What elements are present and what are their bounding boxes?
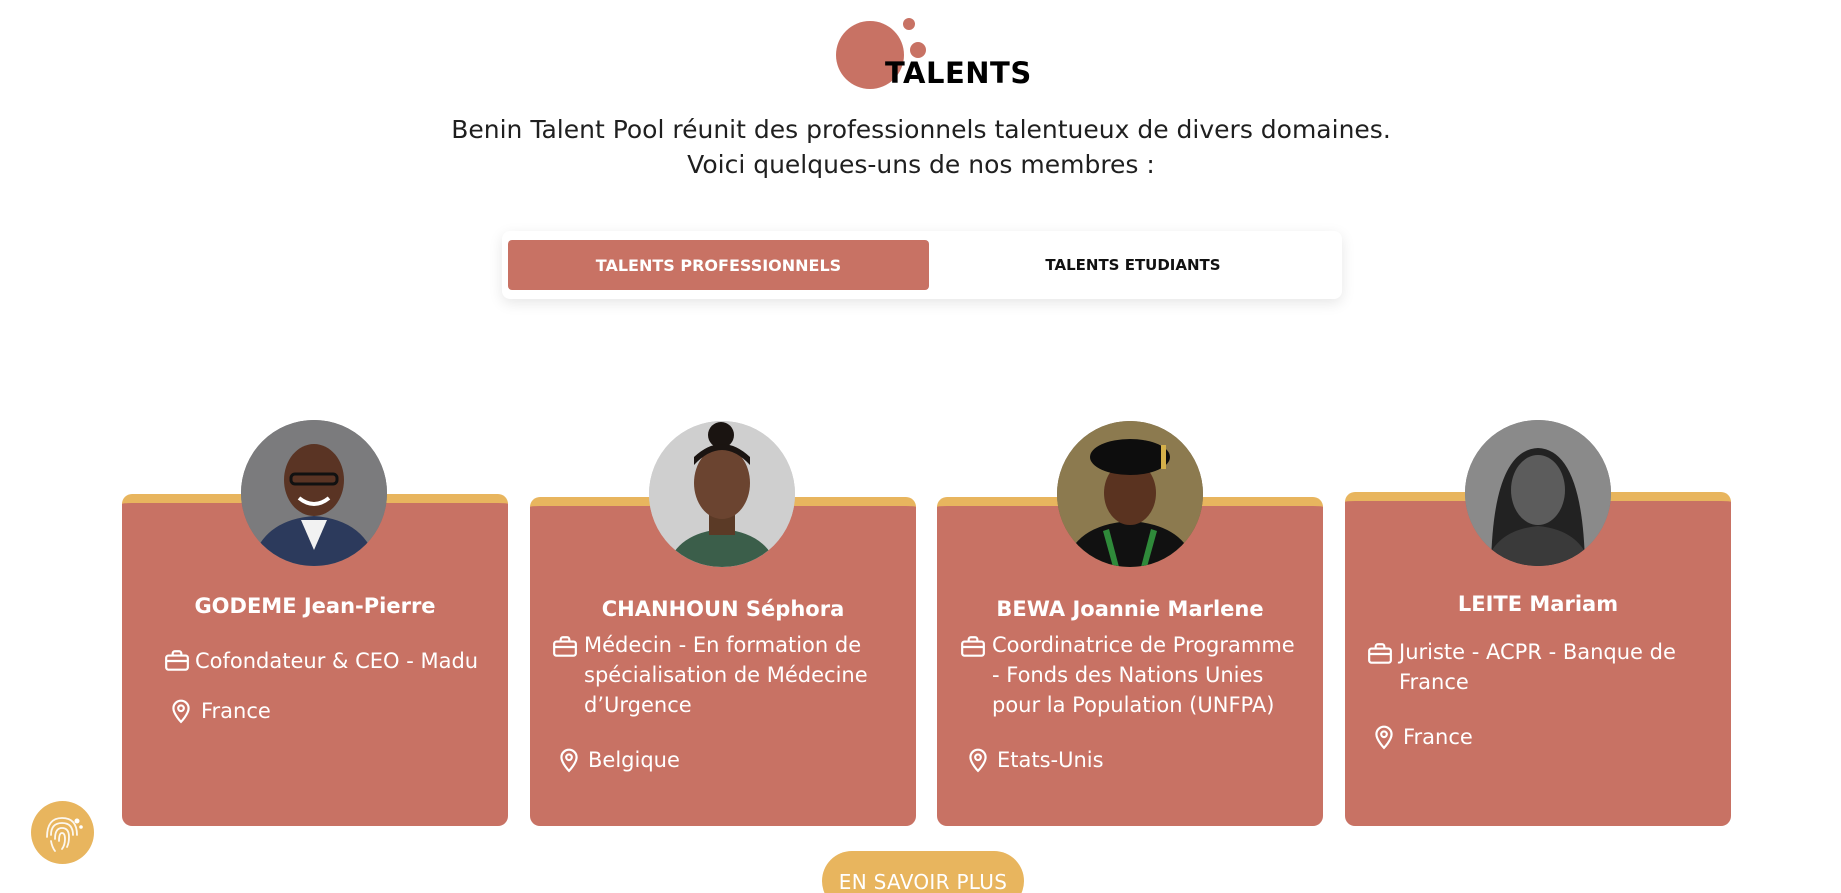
person-portrait [1465, 420, 1611, 566]
talent-role: Médecin - En formation de spécialisation… [584, 633, 868, 717]
briefcase-icon [165, 650, 189, 671]
talent-location: Belgique [588, 748, 680, 772]
talent-avatar [241, 420, 387, 566]
talent-avatar [1057, 421, 1203, 567]
talents-page: TALENTS Benin Talent Pool réunit des pro… [0, 0, 1841, 893]
person-portrait [649, 421, 795, 567]
talent-avatar [649, 421, 795, 567]
talent-role: Coordinatrice de Programme - Fonds des N… [992, 633, 1295, 717]
person-portrait [1057, 421, 1203, 567]
briefcase-icon [1368, 643, 1392, 664]
section-heading: TALENTS [836, 18, 1036, 94]
person-portrait [241, 420, 387, 566]
talent-name: BEWA Joannie Marlene [996, 597, 1264, 621]
talent-name: GODEME Jean-Pierre [194, 594, 436, 618]
talent-role: Juriste - ACPR - Banque de France [1399, 640, 1676, 694]
decorative-dot [903, 18, 915, 30]
map-pin-icon [560, 748, 578, 773]
section-intro: Benin Talent Pool réunit des professionn… [451, 115, 1391, 179]
tab-talents-etudiants[interactable]: TALENTS ETUDIANTS [929, 240, 1337, 290]
talent-location: France [201, 699, 271, 723]
fingerprint-icon [46, 817, 83, 852]
talent-location: France [1403, 725, 1473, 749]
talent-avatar [1465, 420, 1611, 566]
talent-name: CHANHOUN Séphora [601, 597, 845, 621]
section-title: TALENTS [885, 56, 1032, 90]
talent-tabs: TALENTS PROFESSIONNELS TALENTS ETUDIANTS [502, 231, 1342, 299]
tab-talents-professionnels[interactable]: TALENTS PROFESSIONNELS [508, 240, 929, 290]
talent-location: Etats-Unis [997, 748, 1104, 772]
en-savoir-plus-button[interactable]: EN SAVOIR PLUS [822, 851, 1024, 893]
talent-name: LEITE Mariam [1457, 592, 1619, 616]
map-pin-icon [969, 748, 987, 773]
floating-action-button[interactable] [31, 801, 94, 864]
map-pin-icon [1375, 725, 1393, 750]
map-pin-icon [172, 699, 190, 724]
briefcase-icon [553, 636, 577, 657]
talent-role: Cofondateur & CEO - Madu [195, 649, 479, 673]
briefcase-icon [961, 636, 985, 657]
